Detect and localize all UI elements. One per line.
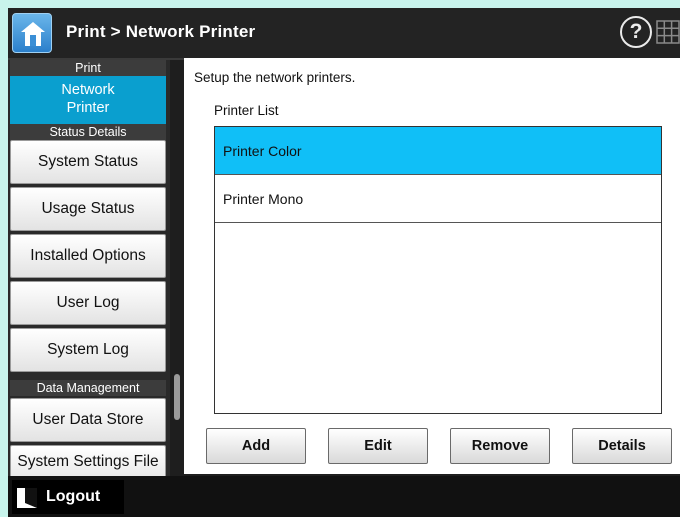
sidebar-item-user-log[interactable]: User Log [10,281,166,325]
page-title: Print > Network Printer [66,22,256,41]
sidebar-section-data-management: Data Management [10,380,166,396]
sidebar-item-system-status[interactable]: System Status [10,140,166,184]
logout-icon [17,488,37,508]
grid-view-button[interactable] [656,20,680,44]
header-bar: Print > Network Printer ? [8,8,680,60]
home-icon [21,22,45,46]
app-window: Print > Network Printer ? Print Network … [8,8,680,517]
sidebar-section-print: Print [10,60,166,76]
add-button[interactable]: Add [206,428,306,464]
page-description: Setup the network printers. [194,70,356,85]
home-button[interactable] [12,13,52,53]
help-button[interactable]: ? [620,16,652,48]
sidebar: Print Network Printer Status Details Sys… [8,60,170,478]
logout-button[interactable]: Logout [12,480,124,514]
sidebar-section-status-details: Status Details [10,124,166,140]
sidebar-item-label: Network Printer [61,82,115,116]
edit-button[interactable]: Edit [328,428,428,464]
printer-list: Printer Color Printer Mono [214,126,662,414]
printer-list-item-color[interactable]: Printer Color [215,127,661,175]
grid-icon [656,20,680,44]
sidebar-item-usage-status[interactable]: Usage Status [10,187,166,231]
footer-bar: Logout [8,476,680,517]
printer-list-item-mono[interactable]: Printer Mono [215,175,661,223]
sidebar-item-system-log[interactable]: System Log [10,328,166,372]
sidebar-item-system-settings-file[interactable]: System Settings File [10,445,166,478]
sidebar-item-user-data-store[interactable]: User Data Store [10,398,166,442]
printer-list-title: Printer List [214,103,279,118]
main-panel: Setup the network printers. Printer List… [184,58,680,474]
remove-button[interactable]: Remove [450,428,550,464]
logout-label: Logout [46,488,101,505]
details-button[interactable]: Details [572,428,672,464]
sidebar-item-installed-options[interactable]: Installed Options [10,234,166,278]
sidebar-item-network-printer[interactable]: Network Printer [10,76,166,124]
sidebar-scrollbar[interactable] [174,374,180,420]
